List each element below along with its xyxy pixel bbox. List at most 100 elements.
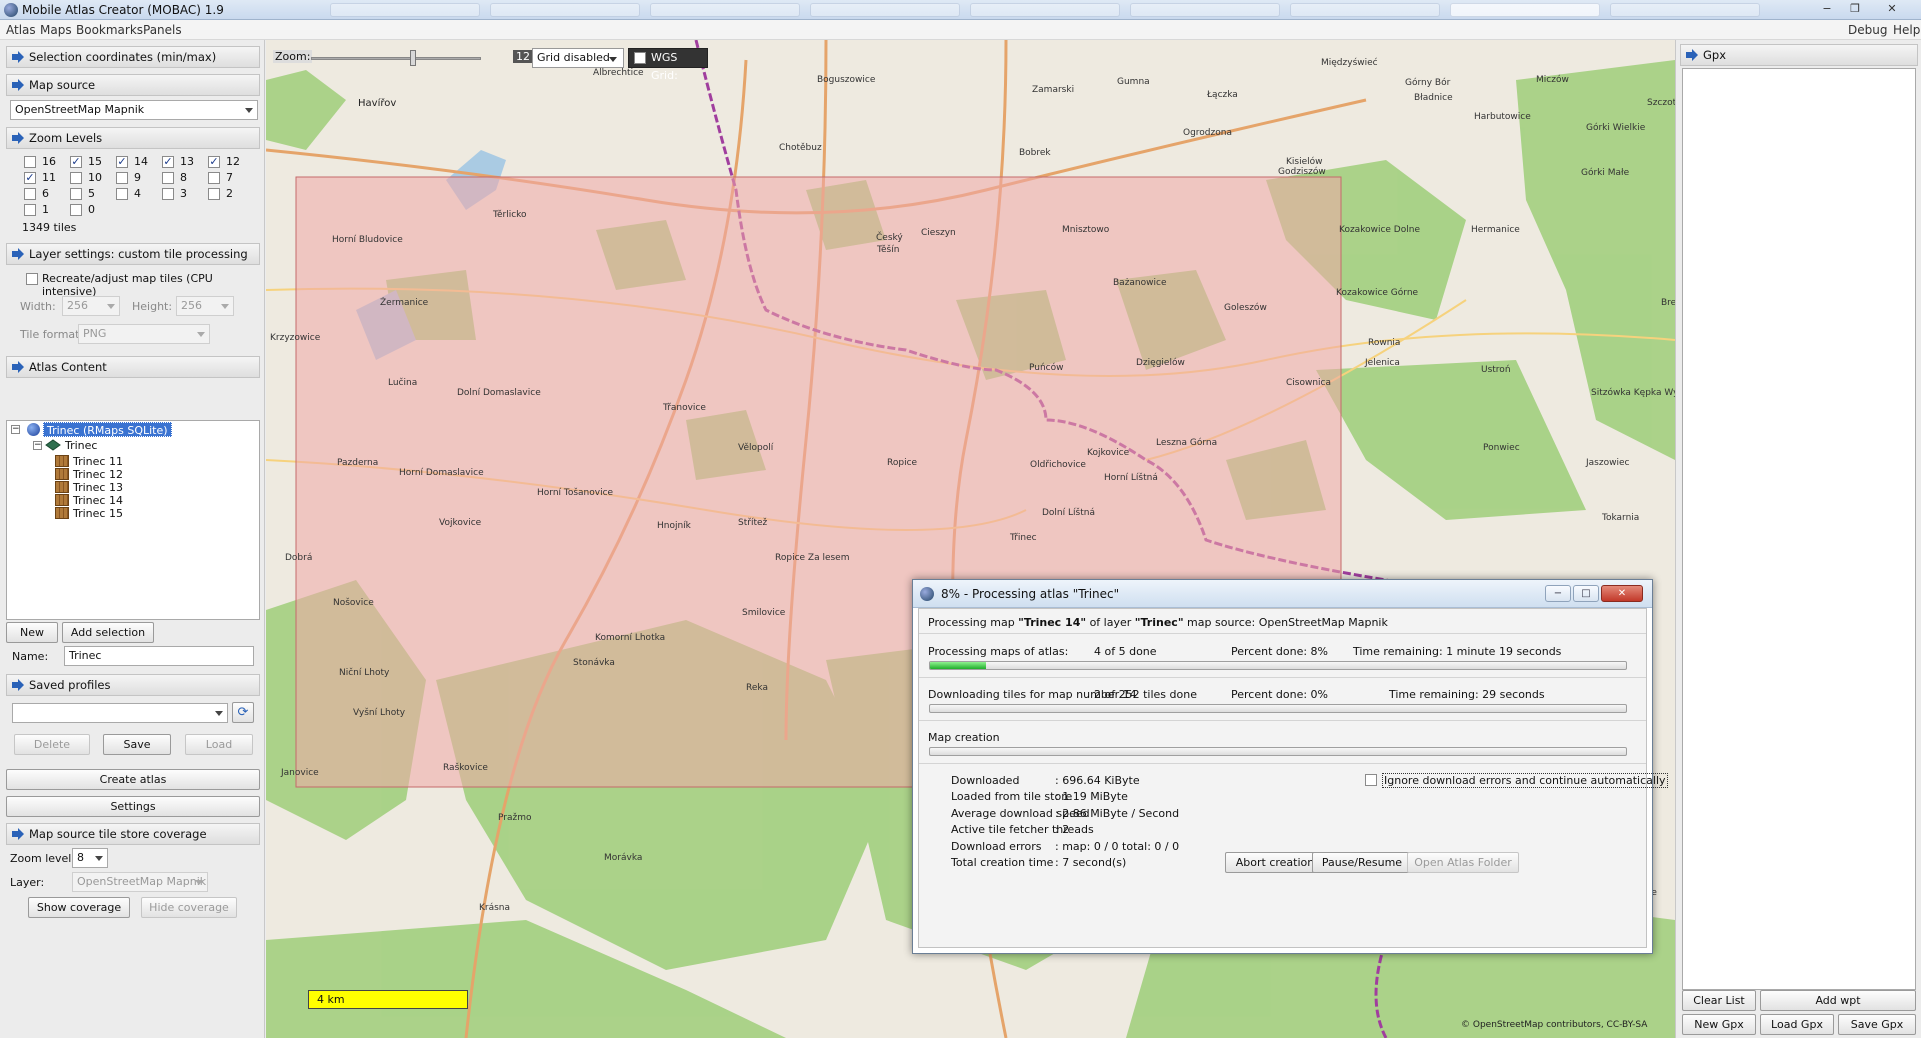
- background-tab: [1450, 3, 1600, 17]
- zoom-level-checkbox[interactable]: [24, 188, 36, 200]
- load-profile-button[interactable]: Load: [185, 734, 253, 755]
- zoom-level-checkbox[interactable]: ✓: [24, 172, 36, 184]
- close-icon[interactable]: ✕: [1880, 1, 1904, 17]
- map-source-header[interactable]: Map source: [6, 74, 260, 96]
- menu-maps[interactable]: Maps: [40, 23, 72, 37]
- menu-help[interactable]: Help: [1893, 23, 1920, 37]
- collapse-icon[interactable]: −: [33, 441, 42, 450]
- expand-arrow-icon: [12, 51, 24, 63]
- save-gpx-button[interactable]: Save Gpx: [1838, 1014, 1916, 1035]
- atlas-content-header[interactable]: Atlas Content: [6, 356, 260, 378]
- add-wpt-button[interactable]: Add wpt: [1760, 990, 1916, 1011]
- zoom-level-checkbox[interactable]: [208, 172, 220, 184]
- tree-map-item[interactable]: Trinec 15: [73, 506, 123, 521]
- clear-list-button[interactable]: Clear List: [1682, 990, 1756, 1011]
- zoom-control: Zoom: 12: [273, 50, 533, 66]
- zoom-slider-track[interactable]: [311, 57, 481, 60]
- wgs-grid-toggle[interactable]: WGS Grid:: [628, 48, 708, 82]
- menu-bookmarks[interactable]: Bookmarks: [76, 23, 143, 37]
- background-tab: [330, 3, 480, 17]
- layer-label: Layer:: [10, 876, 45, 889]
- menu-debug[interactable]: Debug: [1848, 23, 1887, 37]
- save-profile-button[interactable]: Save: [103, 734, 171, 755]
- zoom-level-checkbox[interactable]: [70, 172, 82, 184]
- add-selection-button[interactable]: Add selection: [62, 622, 154, 643]
- zoom-level-checkbox[interactable]: ✓: [116, 156, 128, 168]
- selection-coordinates-header[interactable]: Selection coordinates (min/max): [6, 46, 260, 68]
- delete-profile-button[interactable]: Delete: [14, 734, 90, 755]
- minimize-icon[interactable]: −: [1545, 585, 1571, 602]
- zoom-slider-thumb[interactable]: [410, 50, 416, 66]
- map-place-label: Żermanice: [380, 298, 429, 308]
- profile-select[interactable]: [12, 703, 228, 723]
- minimize-icon[interactable]: −: [1815, 1, 1839, 17]
- height-select[interactable]: 256: [176, 296, 234, 316]
- height-value: 256: [181, 299, 202, 312]
- zoom-level-checkbox[interactable]: [116, 172, 128, 184]
- map-place-label: Cisownica: [1286, 378, 1332, 388]
- tree-atlas-root[interactable]: Trinec (RMaps SQLite): [43, 422, 172, 437]
- saved-profiles-header[interactable]: Saved profiles: [6, 674, 260, 696]
- width-select[interactable]: 256: [62, 296, 120, 316]
- zoom-level-checkbox[interactable]: ✓: [70, 156, 82, 168]
- stat-label: Total creation time: [951, 856, 1054, 869]
- open-atlas-folder-button[interactable]: Open Atlas Folder: [1407, 852, 1519, 873]
- map-place-label: Dolní Domaslavice: [457, 388, 541, 398]
- close-icon[interactable]: ✕: [1601, 585, 1643, 602]
- coverage-zoom-select[interactable]: 8: [72, 848, 108, 868]
- map-place-label: Český: [876, 233, 903, 243]
- expand-arrow-icon: [12, 79, 24, 91]
- zoom-level-checkbox[interactable]: [70, 204, 82, 216]
- tile-format-value: PNG: [83, 327, 107, 340]
- recreate-tiles-checkbox[interactable]: [26, 273, 38, 285]
- coverage-header[interactable]: Map source tile store coverage: [6, 823, 260, 845]
- create-atlas-button[interactable]: Create atlas: [6, 769, 260, 790]
- coverage-layer-select[interactable]: OpenStreetMap Mapnik: [72, 872, 208, 892]
- layer-settings-header[interactable]: Layer settings: custom tile processing: [6, 243, 260, 265]
- new-button[interactable]: New: [6, 622, 58, 643]
- map-place-label: Těšín: [877, 245, 900, 255]
- chevron-down-icon: [107, 304, 115, 309]
- divider: [919, 763, 1646, 764]
- gpx-header[interactable]: Gpx: [1680, 44, 1918, 66]
- zoom-level-checkbox[interactable]: [162, 172, 174, 184]
- zoom-level-checkbox[interactable]: [116, 188, 128, 200]
- zoom-level-checkbox[interactable]: [24, 156, 36, 168]
- zoom-level-checkbox[interactable]: [24, 204, 36, 216]
- map-tiles-icon: [55, 455, 69, 467]
- grid-select[interactable]: Grid disabled: [532, 48, 624, 68]
- expand-arrow-icon: [12, 361, 24, 373]
- zoom-level-checkbox[interactable]: ✓: [162, 156, 174, 168]
- name-input[interactable]: Trinec: [64, 646, 254, 666]
- menu-panels[interactable]: Panels: [143, 23, 182, 37]
- show-coverage-button[interactable]: Show coverage: [28, 897, 130, 918]
- zoom-level-checkbox[interactable]: [70, 188, 82, 200]
- tile-format-select[interactable]: PNG: [78, 324, 210, 344]
- zoom-level-checkbox[interactable]: [162, 188, 174, 200]
- zoom-level-checkbox[interactable]: ✓: [208, 156, 220, 168]
- zoom-level-checkbox[interactable]: [208, 188, 220, 200]
- pause-resume-button[interactable]: Pause/Resume: [1312, 852, 1412, 873]
- settings-button[interactable]: Settings: [6, 796, 260, 817]
- ignore-errors-checkbox[interactable]: [1365, 774, 1377, 786]
- map-tiles-icon: [55, 481, 69, 493]
- tree-layer[interactable]: Trinec: [65, 438, 97, 453]
- maximize-icon[interactable]: □: [1573, 585, 1599, 602]
- map-source-select[interactable]: OpenStreetMap Mapnik: [10, 100, 258, 120]
- tile-format-label: Tile format:: [20, 328, 84, 341]
- menu-atlas[interactable]: Atlas: [6, 23, 36, 37]
- wgs-grid-checkbox[interactable]: [634, 52, 646, 64]
- new-gpx-button[interactable]: New Gpx: [1682, 1014, 1756, 1035]
- maps-progress-bar: [929, 661, 1627, 670]
- hide-coverage-button[interactable]: Hide coverage: [141, 897, 237, 918]
- zoom-label: Zoom:: [273, 50, 313, 63]
- load-gpx-button[interactable]: Load Gpx: [1760, 1014, 1834, 1035]
- gpx-list[interactable]: [1682, 68, 1916, 990]
- expand-arrow-icon: [12, 828, 24, 840]
- collapse-icon[interactable]: −: [11, 425, 20, 434]
- stat-value: : 7 second(s): [1055, 856, 1127, 869]
- abort-creation-button[interactable]: Abort creation: [1225, 852, 1325, 873]
- maximize-icon[interactable]: ❐: [1843, 1, 1867, 17]
- zoom-levels-header[interactable]: Zoom Levels: [6, 127, 260, 149]
- refresh-icon[interactable]: ⟳: [232, 702, 254, 723]
